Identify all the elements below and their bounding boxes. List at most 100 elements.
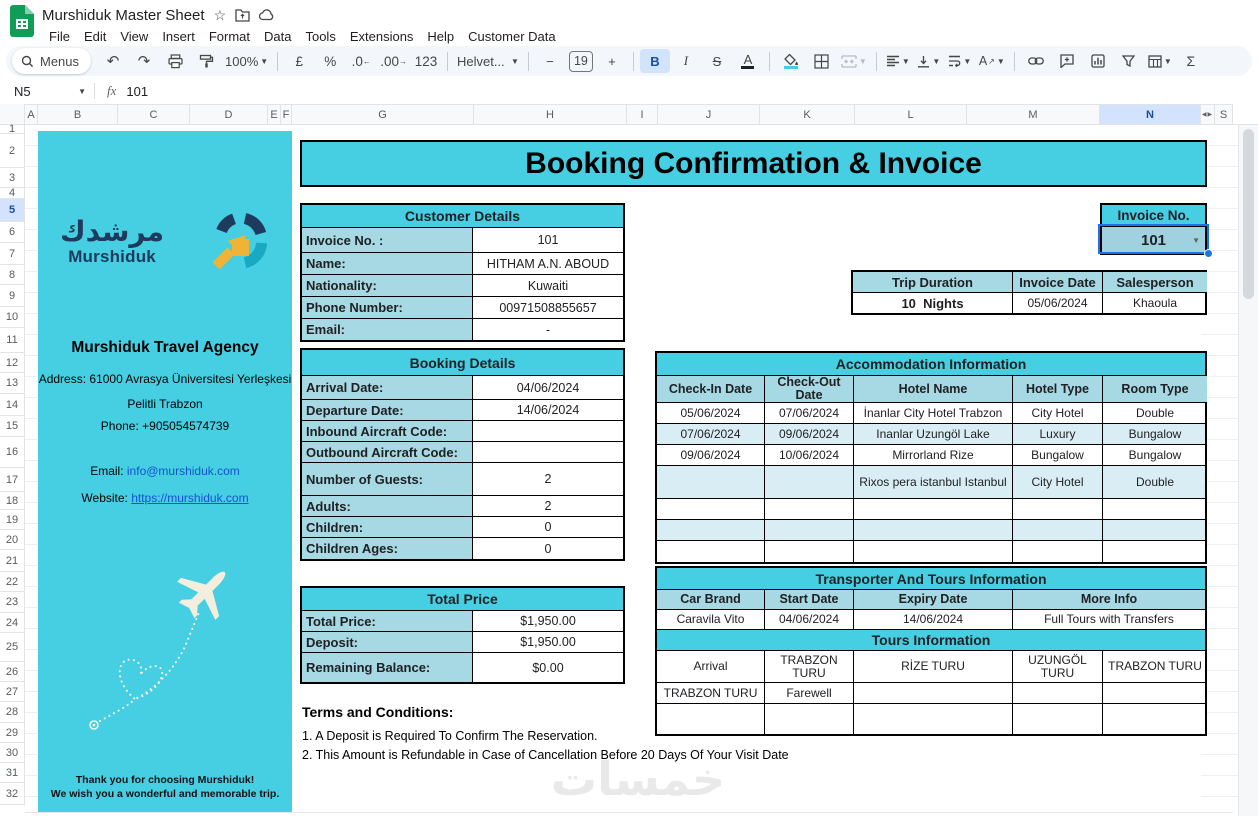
cell[interactable]: Bungalow (1102, 445, 1207, 465)
cell[interactable]: Mirrorland Rize (853, 445, 1012, 465)
functions-button[interactable]: Σ (1176, 49, 1206, 73)
cell[interactable]: 09/06/2024 (764, 424, 853, 444)
increase-decimal-button[interactable]: .00 → (377, 49, 410, 73)
row-header[interactable]: 7 (0, 243, 25, 265)
header-cell[interactable]: Trip Duration (853, 272, 1012, 292)
column-header[interactable]: J (658, 104, 760, 125)
cell[interactable] (853, 520, 1012, 540)
column-header[interactable]: B (38, 104, 118, 125)
field-label-cell[interactable]: Email: (302, 319, 472, 340)
row-header[interactable]: 31 (0, 763, 25, 783)
field-value-cell[interactable]: 04/06/2024 (472, 376, 623, 399)
header-cell[interactable]: More Info (1012, 590, 1205, 609)
menu-item[interactable]: View (113, 27, 155, 46)
column-header-overflow[interactable]: S (1215, 104, 1233, 125)
name-box[interactable]: N5 ▼ (0, 84, 94, 99)
invoice-title-banner[interactable]: Booking Confirmation & Invoice (300, 140, 1207, 187)
cell[interactable] (1012, 683, 1102, 703)
field-value-cell[interactable]: $0.00 (472, 653, 623, 682)
column-header[interactable]: L (855, 104, 967, 125)
text-wrap-button[interactable]: ▼ (945, 49, 975, 73)
invoice-no-title[interactable]: Invoice No. (1102, 205, 1205, 227)
menu-item[interactable]: Edit (77, 27, 113, 46)
insert-comment-button[interactable] (1052, 49, 1082, 73)
cell[interactable] (853, 499, 1012, 519)
field-value-cell[interactable]: 14/06/2024 (472, 400, 623, 420)
text-rotation-button[interactable]: A ↗ ▼ (976, 49, 1008, 73)
move-folder-icon[interactable] (235, 8, 250, 22)
header-cell[interactable]: Check-Out Date (764, 376, 853, 402)
accommodation-title[interactable]: Accommodation Information (657, 353, 1205, 376)
cell[interactable]: TRABZON TURU (1102, 651, 1207, 682)
cell[interactable] (1012, 541, 1102, 562)
column-header[interactable]: D (190, 104, 268, 125)
number-format-button[interactable]: 123 (411, 49, 441, 73)
field-label-cell[interactable]: Phone Number: (302, 297, 472, 318)
sheets-logo-icon[interactable] (10, 5, 34, 42)
field-value-cell[interactable]: $1,950.00 (472, 611, 623, 631)
field-label-cell[interactable]: Arrival Date: (302, 376, 472, 399)
insert-link-button[interactable] (1021, 49, 1051, 73)
increase-font-size-button[interactable]: + (597, 49, 627, 73)
field-value-cell[interactable]: 0 (472, 517, 623, 537)
website-link[interactable]: https://murshiduk.com (131, 491, 248, 505)
row-header[interactable]: 25 (0, 633, 25, 662)
header-cell[interactable]: Car Brand (657, 590, 764, 609)
field-value-cell[interactable]: 00971508855657 (472, 297, 623, 318)
cell[interactable]: TRABZON TURU (764, 651, 853, 682)
column-header[interactable]: F (281, 104, 292, 125)
row-header[interactable]: 15 (0, 416, 25, 437)
row-header[interactable]: 18 (0, 492, 25, 510)
cell[interactable]: Farewell (764, 683, 853, 703)
field-label-cell[interactable]: Outbound Aircraft Code: (302, 442, 472, 462)
field-label-cell[interactable]: Number of Guests: (302, 463, 472, 495)
row-header[interactable]: 8 (0, 265, 25, 285)
field-value-cell[interactable]: 2 (472, 496, 623, 516)
row-header[interactable]: 29 (0, 723, 25, 743)
terms-title[interactable]: Terms and Conditions: (302, 704, 902, 720)
row-header[interactable]: 13 (0, 373, 25, 394)
field-value-cell[interactable]: Kuwaiti (472, 275, 623, 296)
column-header[interactable]: C (118, 104, 190, 125)
field-label-cell[interactable]: Adults: (302, 496, 472, 516)
cell[interactable] (853, 683, 1012, 703)
cell[interactable] (1012, 520, 1102, 540)
cell[interactable]: Luxury (1012, 424, 1102, 444)
cell[interactable] (764, 499, 853, 519)
email-link[interactable]: info@murshiduk.com (127, 464, 240, 478)
column-header[interactable]: A (25, 104, 38, 125)
row-header[interactable]: 27 (0, 682, 25, 702)
cell[interactable]: 07/06/2024 (764, 403, 853, 423)
print-button[interactable] (160, 49, 190, 73)
filter-button[interactable] (1114, 49, 1144, 73)
row-header[interactable]: 10 (0, 307, 25, 328)
font-select[interactable]: Helvet... ▼ (454, 49, 522, 73)
terms-item[interactable]: 1. A Deposit is Required To Confirm The … (302, 727, 902, 746)
horizontal-align-button[interactable]: ▼ (883, 49, 913, 73)
formula-input[interactable]: 101 (126, 84, 148, 99)
field-label-cell[interactable]: Inbound Aircraft Code: (302, 421, 472, 441)
value-cell[interactable]: Khaoula (1102, 293, 1207, 313)
row-header[interactable]: 22 (0, 572, 25, 592)
italic-button[interactable]: I (671, 49, 701, 73)
cell[interactable] (1102, 520, 1207, 540)
cell[interactable] (1012, 499, 1102, 519)
menu-item[interactable]: Insert (155, 27, 202, 46)
cell[interactable]: Double (1102, 466, 1207, 498)
column-header[interactable]: E (268, 104, 281, 125)
cell[interactable]: 10/06/2024 (764, 445, 853, 465)
value-cell[interactable]: 05/06/2024 (1012, 293, 1102, 313)
borders-button[interactable] (807, 49, 837, 73)
cell[interactable]: UZUNGÖL TURU (1012, 651, 1102, 682)
invoice-no-cell[interactable]: 101 ▼ (1102, 227, 1205, 253)
field-value-cell[interactable]: - (472, 319, 623, 340)
cell[interactable] (1102, 704, 1207, 734)
cell[interactable]: 14/06/2024 (853, 610, 1012, 629)
cell[interactable]: 05/06/2024 (657, 403, 764, 423)
column-header[interactable]: G (292, 104, 474, 125)
field-label-cell[interactable]: Departure Date: (302, 400, 472, 420)
cell[interactable] (853, 541, 1012, 562)
header-cell[interactable]: Salesperson (1102, 272, 1207, 292)
cell[interactable]: Rixos pera istanbul Istanbul (853, 466, 1012, 498)
percent-format-button[interactable]: % (315, 49, 345, 73)
